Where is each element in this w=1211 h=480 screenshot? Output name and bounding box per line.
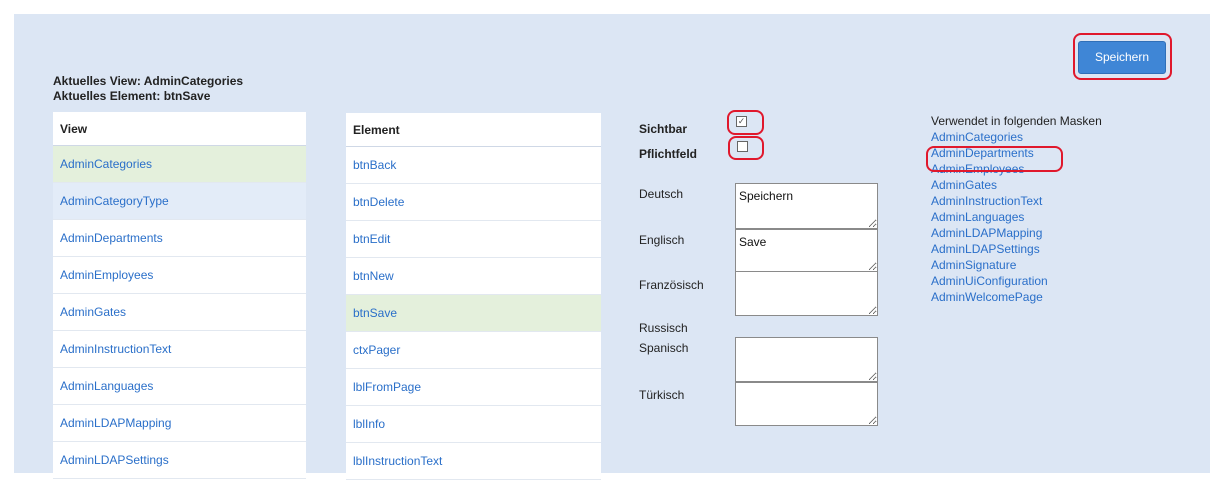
mask-link[interactable]: AdminDepartments <box>931 145 1102 161</box>
german-label: Deutsch <box>639 187 684 201</box>
view-row[interactable]: AdminDepartments <box>53 220 306 257</box>
view-table: View AdminCategories AdminCategoryType Adm… <box>53 112 306 479</box>
mask-link[interactable]: AdminLDAPMapping <box>931 225 1102 241</box>
view-row[interactable]: AdminLDAPSettings <box>53 442 306 479</box>
masks-title: Verwendet in folgenden Masken <box>931 114 1102 128</box>
mask-link[interactable]: AdminLDAPSettings <box>931 241 1102 257</box>
view-row[interactable]: AdminCategoryType <box>53 183 306 220</box>
required-checkbox[interactable] <box>737 141 748 152</box>
view-row[interactable]: AdminCategories <box>53 146 306 183</box>
view-column-header: View <box>53 112 306 146</box>
view-row[interactable]: AdminLanguages <box>53 368 306 405</box>
check-mark-icon: ✓ <box>737 116 746 126</box>
mask-link[interactable]: AdminUiConfiguration <box>931 273 1102 289</box>
current-view-label: Aktuelles View: AdminCategories <box>53 74 244 88</box>
turkish-textarea[interactable] <box>735 382 878 426</box>
french-label: Französisch <box>639 278 704 292</box>
element-row[interactable]: btnSave <box>346 295 601 332</box>
element-table: Element btnBack btnDelete btnEdit btnNew btn… <box>346 113 601 480</box>
current-element-label: Aktuelles Element: btnSave <box>53 89 211 103</box>
element-row[interactable]: btnDelete <box>346 184 601 221</box>
visible-label: Sichtbar <box>639 122 688 136</box>
mask-link[interactable]: AdminGates <box>931 177 1102 193</box>
mask-link[interactable]: AdminCategories <box>931 129 1102 145</box>
view-row[interactable]: AdminGates <box>53 294 306 331</box>
mask-link[interactable]: AdminLanguages <box>931 209 1102 225</box>
element-row[interactable]: btnNew <box>346 258 601 295</box>
mask-link[interactable]: AdminInstructionText <box>931 193 1102 209</box>
element-row[interactable]: lblInfo <box>346 406 601 443</box>
element-row[interactable]: lblInstructionText <box>346 443 601 480</box>
used-in-masks-list: Verwendet in folgenden Masken AdminCateg… <box>931 114 1102 305</box>
turkish-label: Türkisch <box>639 388 685 402</box>
mask-link[interactable]: AdminWelcomePage <box>931 289 1102 305</box>
russian-label: Russisch <box>639 321 688 335</box>
view-row[interactable]: AdminInstructionText <box>53 331 306 368</box>
mask-link[interactable]: AdminEmployees <box>931 161 1102 177</box>
view-row[interactable]: AdminLDAPMapping <box>53 405 306 442</box>
visible-checkbox[interactable]: ✓ <box>736 116 747 127</box>
english-label: Englisch <box>639 233 685 247</box>
view-row[interactable]: AdminEmployees <box>53 257 306 294</box>
element-row[interactable]: lblFromPage <box>346 369 601 406</box>
element-row[interactable]: btnEdit <box>346 221 601 258</box>
element-row[interactable]: btnBack <box>346 147 601 184</box>
german-textarea[interactable]: Speichern <box>735 183 878 229</box>
mask-link[interactable]: AdminSignature <box>931 257 1102 273</box>
element-column-header: Element <box>346 113 601 147</box>
required-label: Pflichtfeld <box>639 147 698 161</box>
spanish-textarea[interactable] <box>735 337 878 382</box>
french-textarea[interactable] <box>735 271 878 316</box>
english-textarea[interactable]: Save <box>735 229 878 272</box>
spanish-label: Spanisch <box>639 341 689 355</box>
element-row[interactable]: ctxPager <box>346 332 601 369</box>
save-button[interactable]: Speichern <box>1078 41 1166 74</box>
